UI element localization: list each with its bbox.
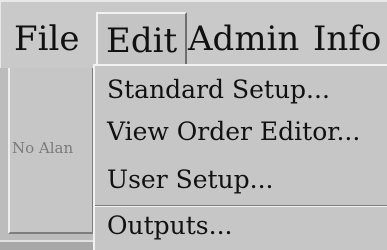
menu-bar: File Edit Admin Info xyxy=(0,0,387,68)
menu-info[interactable]: Info xyxy=(313,16,381,62)
menu-file[interactable]: File xyxy=(14,16,79,62)
alarm-tile: No Alan xyxy=(8,68,94,234)
menu-admin[interactable]: Admin xyxy=(188,16,299,62)
menu-item-outputs[interactable]: Outputs... xyxy=(107,210,232,242)
menu-item-user-setup[interactable]: User Setup... xyxy=(107,164,274,196)
menu-item-view-order-editor[interactable]: View Order Editor... xyxy=(107,116,360,148)
panel-bottom-bar xyxy=(0,240,95,250)
menu-edit[interactable]: Edit xyxy=(96,12,188,64)
alarm-status-text: No Alan xyxy=(12,139,74,157)
edit-dropdown-menu: Standard Setup... View Order Editor... U… xyxy=(93,64,387,250)
menu-separator xyxy=(95,205,387,207)
menu-item-standard-setup[interactable]: Standard Setup... xyxy=(107,74,330,106)
background-panel: No Alan xyxy=(0,68,95,250)
